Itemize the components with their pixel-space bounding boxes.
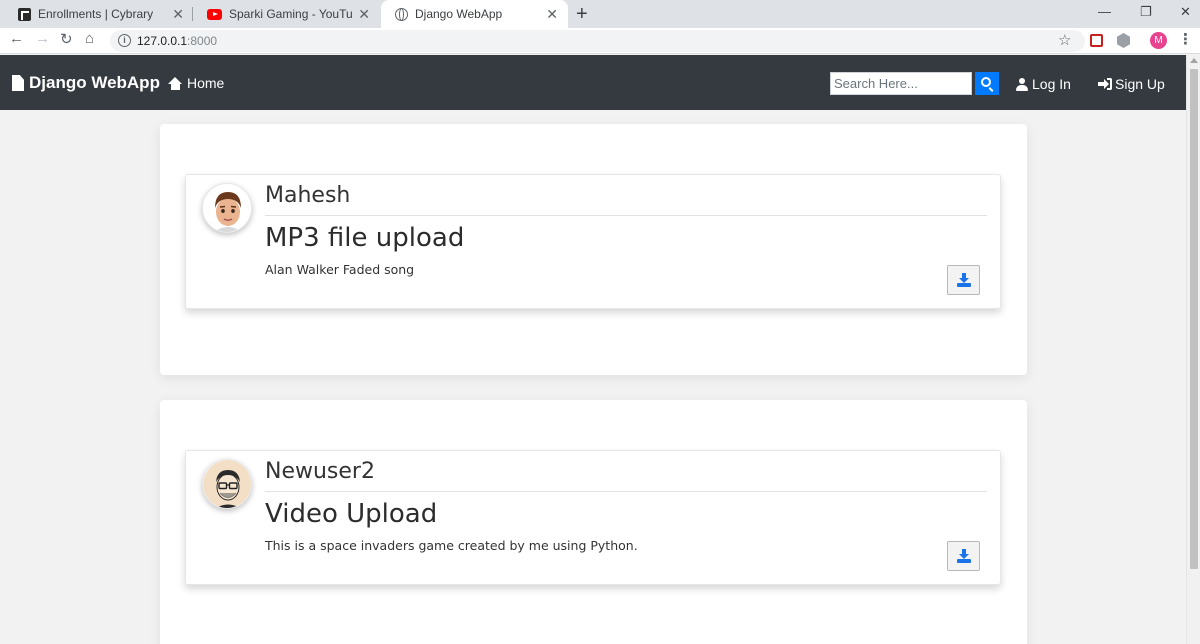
download-icon [957, 273, 971, 287]
nav-signup-link[interactable]: Sign Up [1098, 76, 1165, 92]
search-icon [981, 77, 991, 87]
address-bar[interactable]: i 127.0.0.1:8000 [110, 30, 1085, 52]
nav-login-link[interactable]: Log In [1016, 76, 1071, 92]
forward-arrow-icon[interactable]: → [35, 30, 50, 47]
page-scrollbar[interactable] [1186, 55, 1200, 644]
tab-title: Django WebApp [415, 7, 503, 21]
home-icon [168, 76, 183, 90]
globe-favicon-icon [395, 7, 408, 21]
maximize-icon[interactable]: ❐ [1140, 4, 1152, 20]
close-icon[interactable]: ✕ [358, 6, 370, 23]
browser-toolbar: ← → ↻ ⌂ i 127.0.0.1:8000 [0, 28, 1200, 54]
page-viewport: Django WebApp Home Log In Sign Up [0, 55, 1186, 644]
avatar[interactable] [202, 459, 252, 509]
search-button[interactable] [975, 72, 999, 95]
close-icon[interactable]: ✕ [172, 6, 184, 23]
user-icon [1016, 77, 1028, 91]
tab-title: Enrollments | Cybrary [38, 7, 154, 21]
site-navbar: Django WebApp Home Log In Sign Up [0, 55, 1186, 110]
nav-home-label: Home [187, 75, 225, 91]
scrollbar-thumb[interactable] [1190, 69, 1198, 569]
sign-in-icon [1098, 78, 1112, 90]
divider [265, 491, 987, 492]
reload-icon[interactable]: ↻ [60, 30, 73, 48]
browser-menu-icon[interactable]: ⋮ [1178, 30, 1193, 48]
tab-title: Sparki Gaming - YouTube [229, 7, 353, 21]
browser-tab-cybrary[interactable]: Enrollments | Cybrary ✕ [4, 0, 194, 28]
profile-avatar[interactable]: M [1150, 32, 1167, 49]
home-icon[interactable]: ⌂ [85, 30, 94, 47]
post-card: Mahesh MP3 file upload Alan Walker Faded… [185, 174, 1001, 309]
url-host: 127.0.0.1 [137, 34, 188, 48]
download-icon [957, 549, 971, 563]
scroll-up-arrow-icon[interactable] [1190, 58, 1198, 63]
divider [265, 215, 987, 216]
nav-home-link[interactable]: Home [168, 75, 224, 91]
file-icon [12, 75, 24, 91]
minimize-icon[interactable]: — [1098, 4, 1111, 19]
post-description: This is a space invaders game created by… [265, 538, 638, 553]
back-arrow-icon[interactable]: ← [9, 30, 24, 47]
nav-login-label: Log In [1032, 76, 1071, 92]
post-title[interactable]: Video Upload [265, 499, 437, 529]
download-button[interactable] [947, 265, 980, 295]
window-close-icon[interactable]: ✕ [1180, 4, 1191, 20]
info-icon[interactable]: i [118, 34, 131, 47]
post-title[interactable]: MP3 file upload [265, 223, 464, 253]
cybrary-favicon-icon [18, 7, 31, 21]
brand-label: Django WebApp [29, 73, 160, 92]
download-button[interactable] [947, 541, 980, 571]
search-input[interactable] [830, 72, 972, 95]
sketch-man-glasses-avatar-icon [203, 460, 251, 508]
navbar-brand[interactable]: Django WebApp [12, 73, 160, 93]
extension-icon[interactable] [1090, 34, 1103, 47]
post-author[interactable]: Newuser2 [265, 459, 375, 484]
browser-tab-youtube[interactable]: Sparki Gaming - YouTube ✕ [193, 0, 380, 28]
post-container: Mahesh MP3 file upload Alan Walker Faded… [160, 124, 1027, 375]
post-container: Newuser2 Video Upload This is a space in… [160, 400, 1027, 644]
url-port: :8000 [187, 34, 218, 48]
cartoon-man-avatar-icon [203, 184, 251, 232]
browser-tab-strip: Enrollments | Cybrary ✕ Sparki Gaming - … [0, 0, 1200, 28]
close-icon[interactable]: ✕ [546, 6, 558, 23]
new-tab-button[interactable]: + [576, 3, 588, 26]
post-description: Alan Walker Faded song [265, 262, 415, 277]
post-author[interactable]: Mahesh [265, 183, 350, 208]
bookmark-star-icon[interactable]: ☆ [1058, 31, 1071, 49]
youtube-favicon-icon [207, 8, 222, 20]
nav-signup-label: Sign Up [1115, 76, 1165, 92]
url-text: 127.0.0.1:8000 [137, 34, 217, 48]
post-card: Newuser2 Video Upload This is a space in… [185, 450, 1001, 585]
browser-tab-django[interactable]: Django WebApp ✕ [381, 0, 568, 28]
avatar[interactable] [202, 183, 252, 233]
